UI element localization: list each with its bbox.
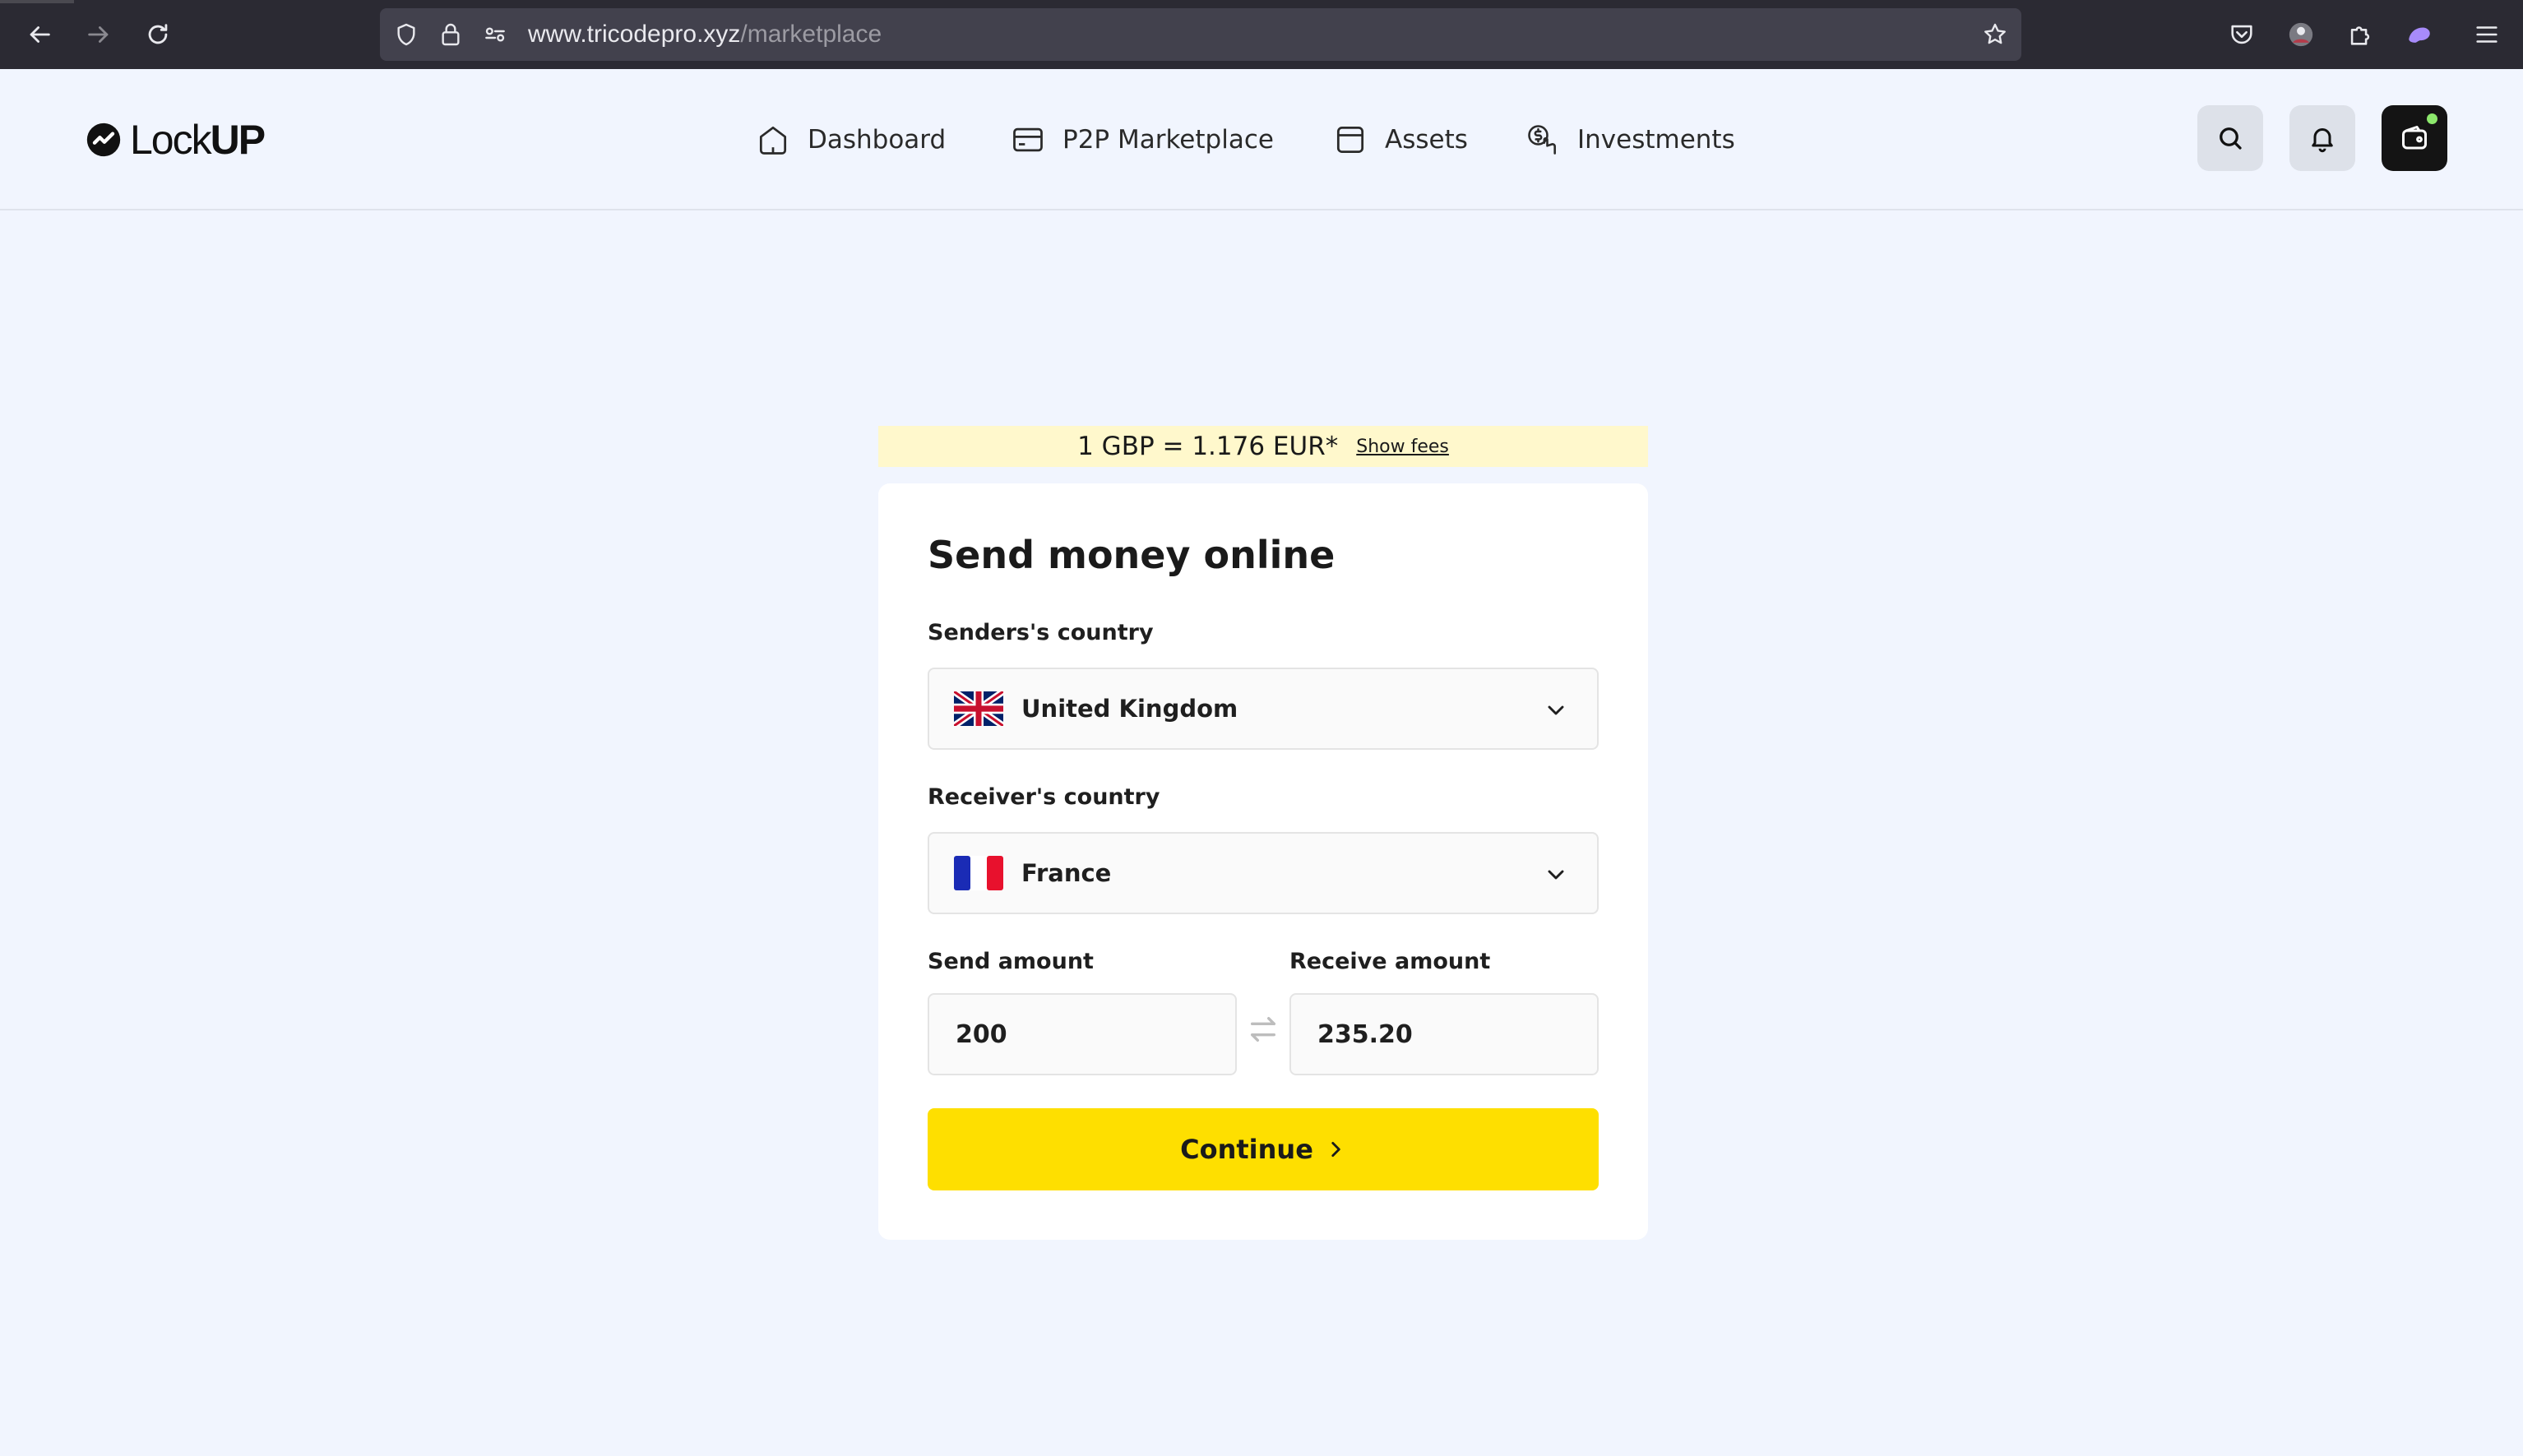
sender-country-value: United Kingdom (1021, 695, 1238, 723)
nav-label-assets: Assets (1385, 125, 1468, 155)
url-host: www.tricodepro.xyz (528, 21, 741, 48)
app-header: LockUP Dashboard P2P Marketplace Assets … (0, 69, 2523, 210)
continue-button[interactable]: Continue (928, 1108, 1599, 1190)
back-button[interactable] (16, 12, 62, 58)
account-avatar-icon (2289, 22, 2313, 47)
uk-flag-icon (954, 691, 1003, 726)
wallet-status-dot (2427, 113, 2437, 124)
bell-icon (2312, 128, 2333, 153)
receiver-country-value: France (1021, 859, 1112, 887)
address-bar[interactable]: www.tricodepro.xyz/marketplace (380, 8, 2021, 61)
extensions-button[interactable] (2337, 12, 2383, 58)
puzzle-icon (2350, 26, 2370, 45)
receiver-country-label: Receiver's country (928, 784, 1160, 810)
url-path: /marketplace (740, 21, 882, 48)
arrow-left-icon (30, 26, 50, 43)
send-amount-input[interactable] (928, 993, 1237, 1075)
show-fees-link[interactable]: Show fees (1356, 437, 1449, 457)
wallet-icon (2402, 126, 2427, 150)
home-icon (759, 126, 787, 155)
search-icon (2220, 127, 2242, 150)
nav-item-assets[interactable]: Assets (1332, 117, 1468, 163)
assets-icon (1336, 126, 1364, 154)
card-title: Send money online (928, 533, 1336, 577)
france-flag-icon (954, 856, 1003, 890)
pocket-button[interactable] (2219, 12, 2265, 58)
search-button[interactable] (2197, 105, 2263, 171)
forward-button[interactable] (76, 12, 122, 58)
browser-chrome: www.tricodepro.xyz/marketplace (0, 0, 2523, 69)
exchange-rate-banner: 1 GBP = 1.176 EUR* Show fees (878, 426, 1648, 467)
card-icon (1013, 127, 1043, 152)
investments-icon (1528, 125, 1556, 155)
nav-item-p2p-marketplace[interactable]: P2P Marketplace (1010, 117, 1274, 163)
permissions-icon[interactable] (480, 20, 510, 49)
receive-amount-label: Receive amount (1289, 949, 1491, 974)
exchange-rate-text: 1 GBP = 1.176 EUR* (1077, 432, 1339, 461)
logo[interactable]: LockUP (86, 113, 266, 166)
chevron-down-icon (1548, 870, 1564, 880)
logo-text-bold: UP (210, 117, 266, 163)
arrow-right-icon (88, 26, 109, 43)
reload-button[interactable] (135, 12, 181, 58)
chevron-right-icon (1331, 1142, 1340, 1157)
reload-icon (148, 24, 168, 44)
chevron-down-icon (1548, 705, 1564, 715)
lock-icon[interactable] (436, 20, 465, 49)
url-text[interactable]: www.tricodepro.xyz/marketplace (528, 21, 882, 48)
account-button[interactable] (2278, 12, 2324, 58)
menu-button[interactable] (2464, 12, 2510, 58)
sender-country-label: Senders's country (928, 620, 1154, 645)
nav-label-p2p-marketplace: P2P Marketplace (1062, 125, 1274, 155)
bookmark-star-icon[interactable] (1980, 20, 2010, 49)
continue-label: Continue (1180, 1134, 1313, 1165)
notifications-button[interactable] (2289, 105, 2355, 171)
tab-indicator (0, 0, 74, 3)
logo-mark-icon (86, 122, 121, 157)
send-money-card: Send money online Senders's country Unit… (878, 483, 1648, 1240)
extension-app-button[interactable] (2396, 12, 2442, 58)
nav-label-dashboard: Dashboard (808, 125, 947, 155)
receiver-country-select[interactable]: France (928, 832, 1599, 914)
logo-text-light: Lock (130, 117, 212, 163)
send-amount-label: Send amount (928, 949, 1094, 974)
logo-text: LockUP (130, 116, 266, 164)
wallet-button[interactable] (2382, 105, 2447, 171)
nav-item-investments[interactable]: Investments (1525, 117, 1735, 163)
receive-amount-input[interactable] (1289, 993, 1599, 1075)
shield-icon[interactable] (391, 20, 421, 49)
swap-arrows-icon[interactable] (1247, 1013, 1280, 1046)
sender-country-select[interactable]: United Kingdom (928, 668, 1599, 750)
nav-item-dashboard[interactable]: Dashboard (755, 117, 946, 163)
extension-blob-icon (2409, 27, 2430, 43)
pocket-icon (2231, 25, 2252, 44)
nav-label-investments: Investments (1577, 125, 1735, 155)
hamburger-icon (2476, 26, 2498, 43)
